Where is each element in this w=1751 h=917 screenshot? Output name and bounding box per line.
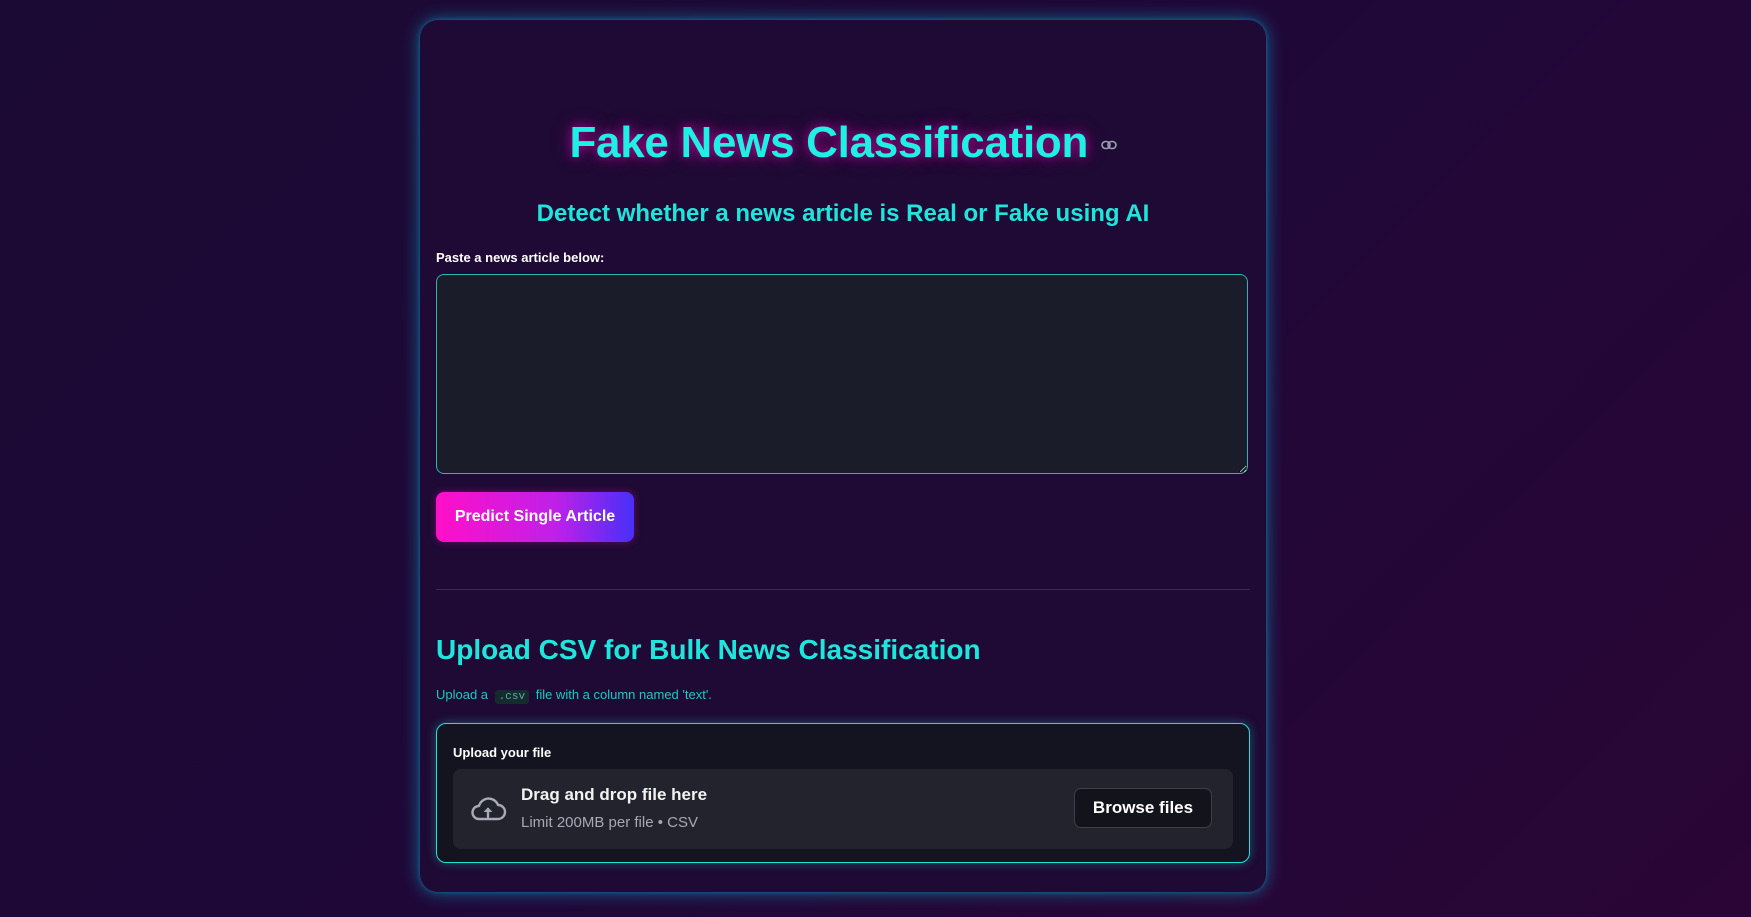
uploader-label: Upload your file [453,745,552,760]
drop-title: Drag and drop file here [521,785,708,804]
article-textarea[interactable] [436,274,1248,474]
article-input-label: Paste a news article below: [436,250,605,265]
link-icon[interactable] [1100,137,1117,155]
page-subtitle: Detect whether a news article is Real or… [536,200,1150,227]
browse-files-button[interactable]: Browse files [1074,788,1212,828]
upload-caption-prefix: Upload a [436,687,489,702]
section-divider [436,589,1250,590]
main-card: Fake News Classification Detect whether … [420,20,1266,892]
bulk-section-heading: Upload CSV for Bulk News Classification [436,634,981,665]
upload-caption-suffix: file with a column named 'text'. [535,687,712,702]
csv-code-chip: .csv [494,690,530,704]
dropzone[interactable]: Drag and drop file here Limit 200MB per … [453,769,1233,849]
page-title: Fake News Classification [569,118,1089,167]
predict-single-button[interactable]: Predict Single Article [436,492,634,542]
upload-caption: Upload a .csv file with a column named '… [436,687,712,704]
cloud-upload-icon [469,791,507,827]
file-uploader: Upload your file Drag and drop file here… [436,723,1250,863]
drop-limit: Limit 200MB per file • CSV [521,814,698,831]
title-row: Fake News Classification [420,118,1266,168]
